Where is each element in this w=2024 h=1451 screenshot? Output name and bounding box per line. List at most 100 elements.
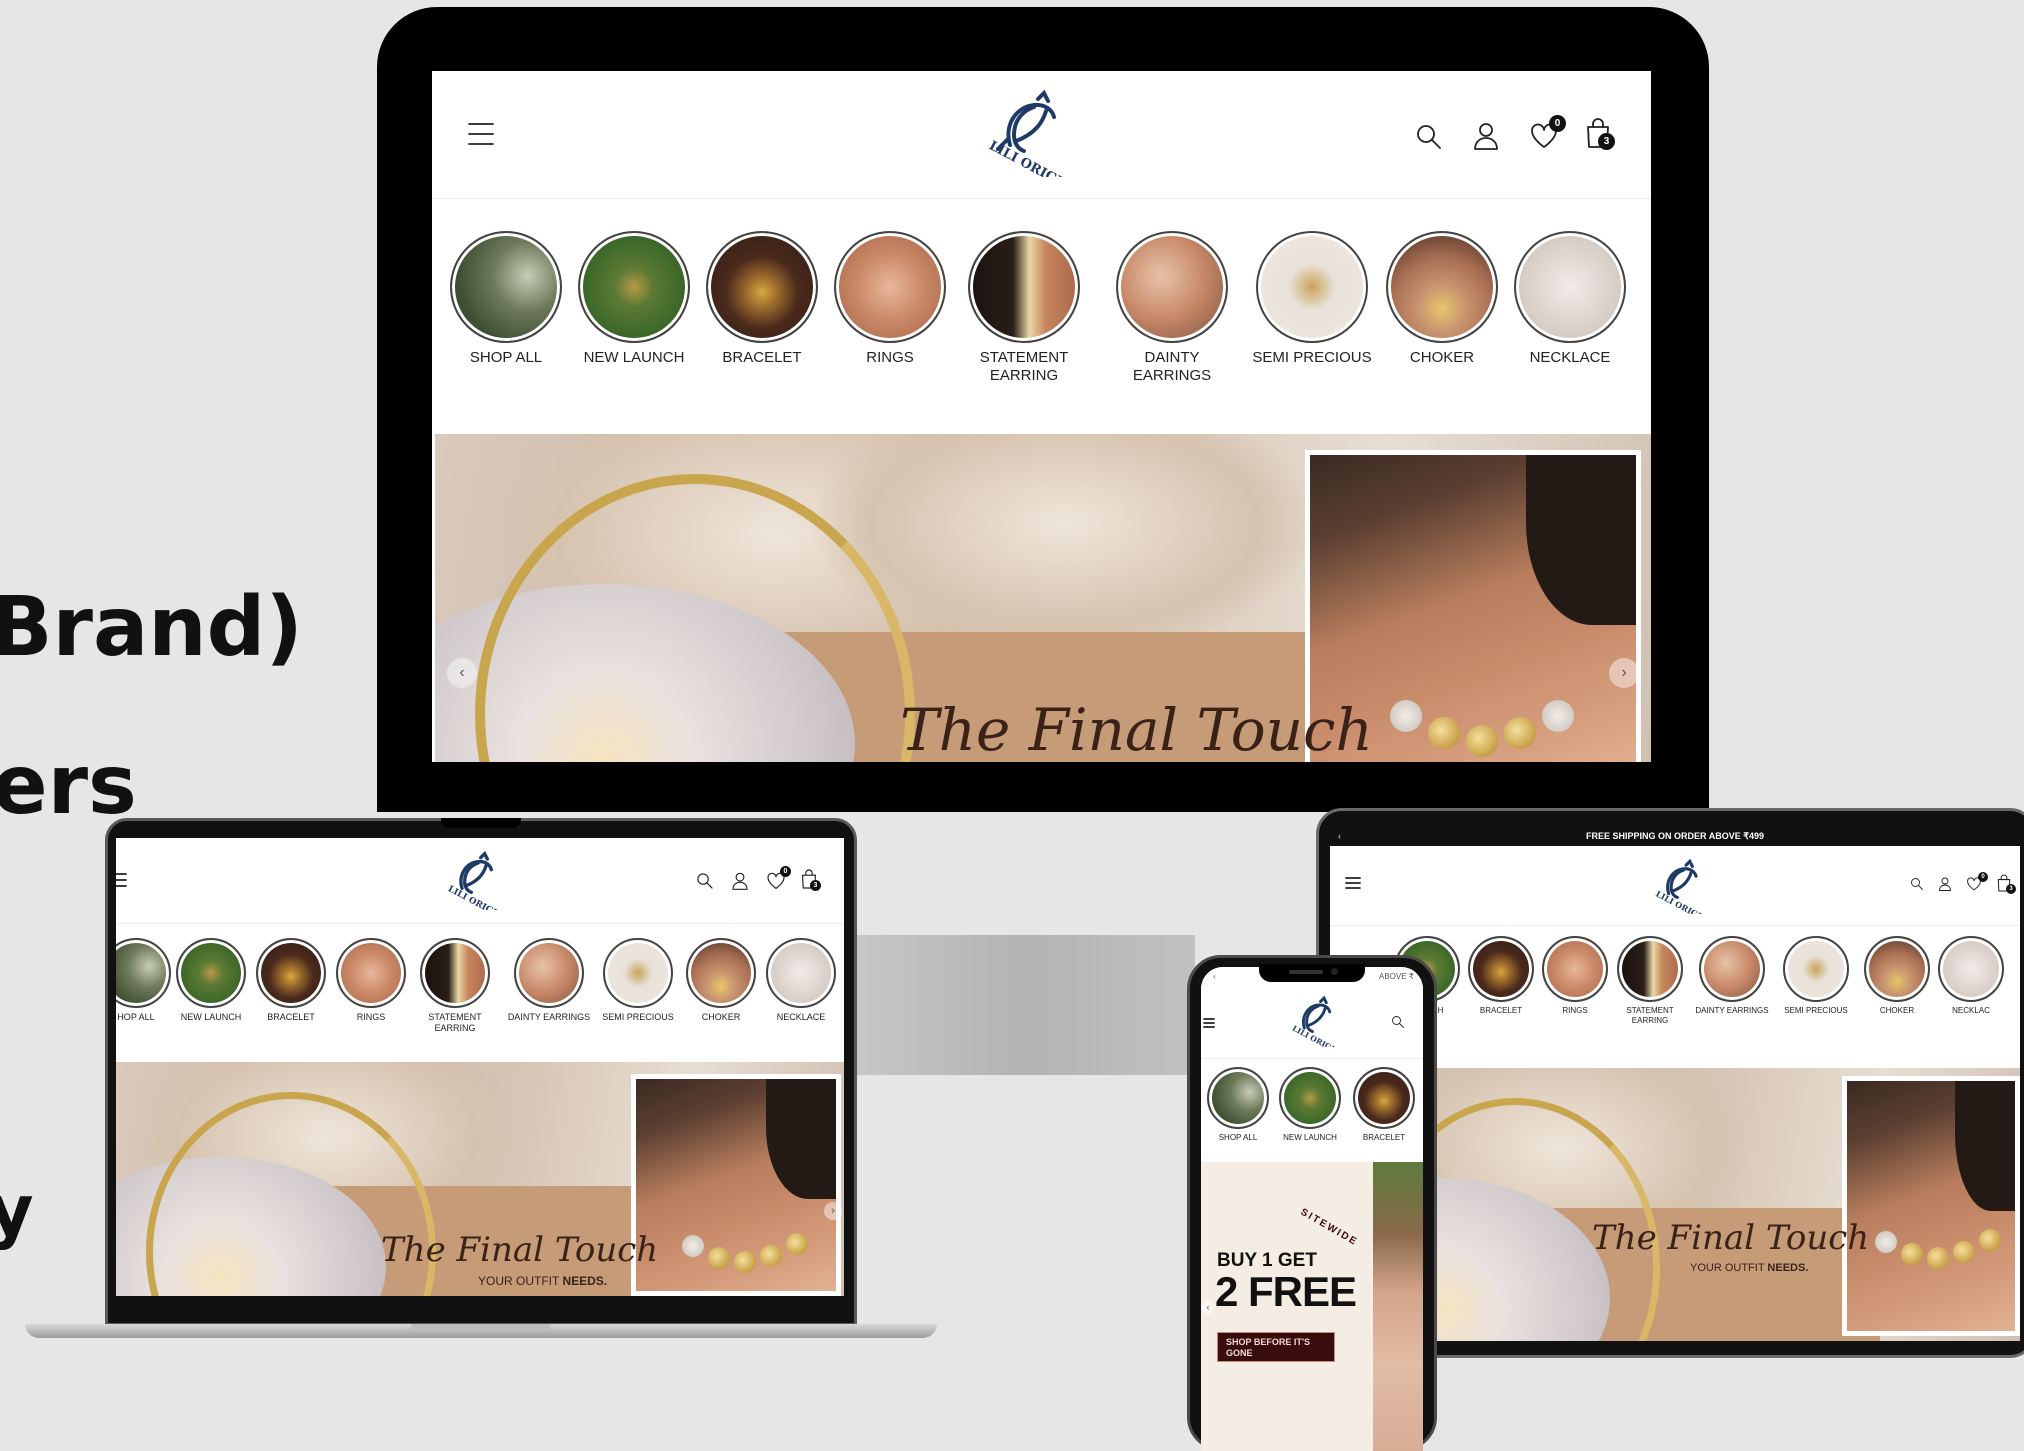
logo-text: LILI ORIGIN bbox=[446, 884, 502, 910]
brand-logo[interactable]: LILI ORIGIN bbox=[1650, 856, 1706, 914]
category-image bbox=[336, 938, 406, 1008]
category-label: BRACELET bbox=[1479, 1006, 1523, 1015]
brand-logo[interactable]: LILI ORIGIN bbox=[980, 85, 1070, 177]
banner-prev-arrow[interactable]: ‹ bbox=[447, 658, 477, 688]
banner-subtitle: YOUR OUTFIT NEEDS. bbox=[478, 1274, 607, 1288]
category-label: NECKLAC bbox=[1952, 1006, 1990, 1015]
banner-next-arrow[interactable]: › bbox=[824, 1202, 842, 1220]
category-label: DAINTY EARRINGS bbox=[507, 1012, 591, 1022]
category-image bbox=[1617, 936, 1683, 1002]
category-label: BRACELET bbox=[267, 1012, 315, 1022]
banner-title: The Final Touch bbox=[1592, 1218, 1870, 1258]
category-label: SEMI PRECIOUS bbox=[1252, 349, 1372, 366]
banner-subtitle-plain: YOUR OUTFIT bbox=[478, 1274, 563, 1288]
category-necklace[interactable]: NECKLACE bbox=[1505, 231, 1635, 367]
category-shop-all[interactable]: SHOP ALL bbox=[446, 231, 566, 367]
category-label: NEW LAUNCH bbox=[583, 349, 685, 366]
category-dainty-earrings[interactable]: DAINTY EARRINGS bbox=[1690, 936, 1774, 1016]
category-dainty-earrings[interactable]: DAINTY EARRINGS bbox=[504, 938, 594, 1023]
category-image bbox=[1116, 231, 1228, 343]
category-bracelet[interactable]: BRACELET bbox=[702, 231, 822, 367]
category-semi-precious[interactable]: SEMI PRECIOUS bbox=[1774, 936, 1858, 1016]
category-image bbox=[686, 938, 756, 1008]
promo-prev-arrow[interactable]: ‹ bbox=[1201, 1300, 1215, 1314]
category-bracelet[interactable]: BRACELET bbox=[1349, 1067, 1419, 1143]
account-icon[interactable] bbox=[1472, 121, 1500, 151]
category-label: SEMI PRECIOUS bbox=[602, 1012, 674, 1022]
category-choker[interactable]: CHOKER bbox=[681, 938, 761, 1023]
category-semi-precious[interactable]: SEMI PRECIOUS bbox=[1247, 231, 1377, 367]
hero-banner[interactable]: The Final Touch YOUR OUTFIT NEEDS. › bbox=[116, 1062, 844, 1296]
category-necklace[interactable]: NECKLACE bbox=[761, 938, 841, 1023]
category-image bbox=[1353, 1067, 1415, 1129]
banner-model-photo bbox=[631, 1074, 841, 1296]
brand-logo[interactable]: LILI ORIGIN bbox=[1287, 993, 1339, 1047]
hamburger-menu-icon[interactable] bbox=[116, 872, 128, 888]
category-rings[interactable]: RINGS bbox=[1538, 936, 1612, 1016]
category-bracelet[interactable]: BRACELET bbox=[251, 938, 331, 1023]
category-label: RINGS bbox=[356, 1012, 386, 1022]
category-statement-earring[interactable]: STATEMENT EARRING bbox=[1613, 936, 1687, 1025]
category-image bbox=[1386, 231, 1498, 343]
category-label: DAINTY EARRINGS bbox=[1132, 349, 1212, 384]
category-image bbox=[603, 938, 673, 1008]
category-shop-all[interactable]: HOP ALL bbox=[116, 938, 176, 1023]
account-icon[interactable] bbox=[1938, 876, 1952, 892]
category-semi-precious[interactable]: SEMI PRECIOUS bbox=[593, 938, 683, 1023]
phone: ‹ ABOVE ₹ LILI ORIGIN SHOP ALL NEW LAUNC… bbox=[1187, 955, 1437, 1451]
hamburger-menu-icon[interactable] bbox=[467, 121, 495, 147]
category-rings[interactable]: RINGS bbox=[830, 231, 950, 367]
category-new-launch[interactable]: NEW LAUNCH bbox=[171, 938, 251, 1023]
category-bracelet[interactable]: BRACELET bbox=[1464, 936, 1538, 1016]
category-new-launch[interactable]: NEW LAUNCH bbox=[1275, 1067, 1345, 1143]
category-label: STATEMENT EARRING bbox=[428, 1012, 482, 1033]
category-image bbox=[1864, 936, 1930, 1002]
laptop-notch bbox=[441, 818, 521, 828]
wishlist-count-badge: 0 bbox=[1549, 115, 1566, 132]
category-label: NECKLACE bbox=[776, 1012, 826, 1022]
category-new-launch[interactable]: NEW LAUNCH bbox=[574, 231, 694, 367]
category-label: CHOKER bbox=[1409, 349, 1475, 366]
search-icon[interactable] bbox=[1391, 1015, 1405, 1029]
bg-heading-brand: Brand) bbox=[0, 580, 303, 675]
category-rings[interactable]: RINGS bbox=[331, 938, 411, 1023]
promo-sitewide: SITEWIDE bbox=[1298, 1206, 1360, 1249]
category-image bbox=[1938, 936, 2004, 1002]
category-statement-earring[interactable]: STATEMENT EARRING bbox=[954, 231, 1094, 385]
category-label: SHOP ALL bbox=[469, 349, 543, 366]
search-icon[interactable] bbox=[1415, 123, 1443, 151]
category-image bbox=[450, 231, 562, 343]
category-image bbox=[1699, 936, 1765, 1002]
category-label: BRACELET bbox=[722, 349, 802, 366]
category-shop-all[interactable]: SHOP ALL bbox=[1203, 1067, 1273, 1143]
logo-text: LILI ORIGIN bbox=[986, 138, 1070, 177]
category-label: RINGS bbox=[866, 349, 914, 366]
category-choker[interactable]: CHOKER bbox=[1377, 231, 1507, 367]
laptop: LILI ORIGIN 0 3 HOP ALL NEW LAUNCH BRACE… bbox=[25, 818, 937, 1338]
category-image bbox=[968, 231, 1080, 343]
banner-subtitle-bold: NEEDS. bbox=[562, 1274, 608, 1288]
banner-next-arrow[interactable]: › bbox=[1609, 658, 1639, 688]
site-header: LILI ORIGIN bbox=[1201, 987, 1423, 1059]
search-icon[interactable] bbox=[1910, 877, 1924, 891]
category-necklace[interactable]: NECKLAC bbox=[1934, 936, 2008, 1016]
hamburger-menu-icon[interactable] bbox=[1345, 876, 1361, 890]
category-choker[interactable]: CHOKER bbox=[1860, 936, 1934, 1016]
banner-model-photo bbox=[1842, 1076, 2020, 1336]
search-icon[interactable] bbox=[696, 872, 714, 890]
category-label: CHOKER bbox=[701, 1012, 741, 1022]
category-label: STATEMENT EARRING bbox=[979, 349, 1069, 384]
promo-cta-button[interactable]: SHOP BEFORE IT'S GONE bbox=[1217, 1332, 1335, 1362]
brand-logo[interactable]: LILI ORIGIN bbox=[442, 848, 502, 910]
category-image bbox=[256, 938, 326, 1008]
phone-screen: ‹ ABOVE ₹ LILI ORIGIN SHOP ALL NEW LAUNC… bbox=[1201, 967, 1423, 1451]
category-dainty-earrings[interactable]: DAINTY EARRINGS bbox=[1107, 231, 1237, 385]
announcement-prev[interactable]: ‹ bbox=[1338, 826, 1341, 846]
category-statement-earring[interactable]: STATEMENT EARRING bbox=[415, 938, 495, 1034]
promo-banner[interactable]: SITEWIDE BUY 1 GET 2 FREE SHOP BEFORE IT… bbox=[1201, 1162, 1423, 1451]
hamburger-menu-icon[interactable] bbox=[1203, 1017, 1215, 1029]
announcement-prev[interactable]: ‹ bbox=[1213, 967, 1216, 987]
hero-banner[interactable]: The Final Touch ‹ › bbox=[435, 434, 1651, 762]
account-icon[interactable] bbox=[731, 871, 749, 891]
phone-notch bbox=[1259, 964, 1365, 982]
